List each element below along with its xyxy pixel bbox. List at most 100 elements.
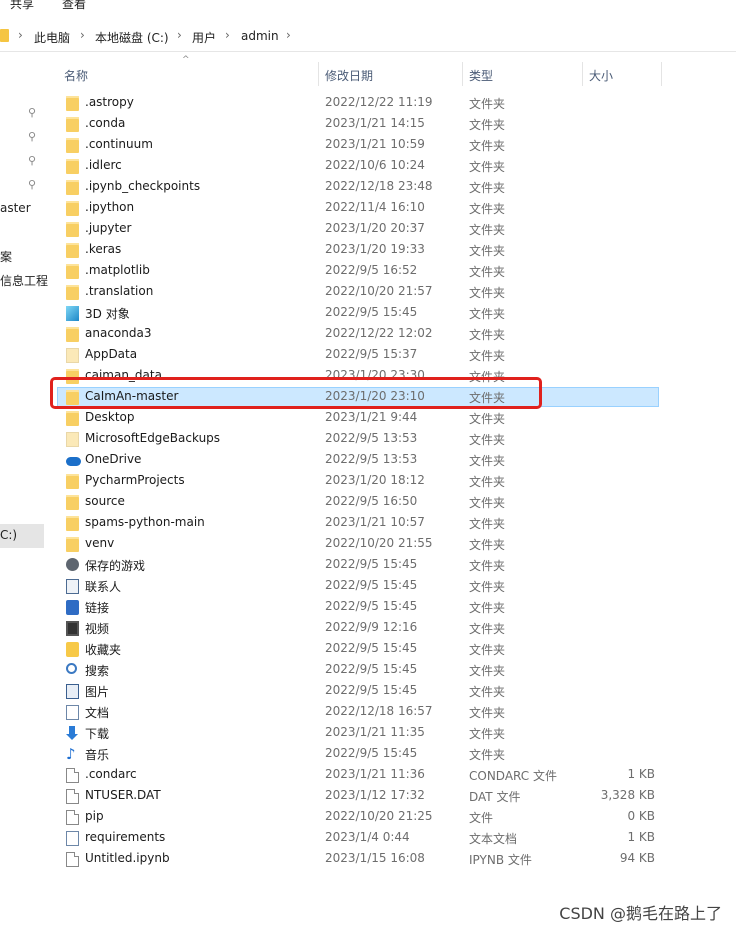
table-row[interactable]: anaconda3 2022/12/22 12:02 文件夹	[0, 324, 736, 345]
table-row[interactable]: .keras 2023/1/20 19:33 文件夹	[0, 240, 736, 261]
column-divider[interactable]	[318, 62, 319, 86]
chevron-right-icon[interactable]: ›	[18, 28, 23, 42]
table-row[interactable]: .condarc 2023/1/21 11:36 CONDARC 文件 1 KB	[0, 765, 736, 786]
chevron-right-icon[interactable]: ›	[286, 28, 291, 42]
hidden-folder-icon	[66, 432, 79, 447]
address-bar[interactable]: › 此电脑 › 本地磁盘 (C:) › 用户 › admin ›	[0, 23, 736, 52]
table-row[interactable]: MicrosoftEdgeBackups 2022/9/5 13:53 文件夹	[0, 429, 736, 450]
table-row[interactable]: .continuum 2023/1/21 10:59 文件夹	[0, 135, 736, 156]
file-type: 文件夹	[469, 601, 506, 615]
folder-icon	[66, 159, 79, 174]
modified-date: 2022/9/5 15:37	[325, 347, 418, 361]
videos-icon	[66, 621, 79, 636]
column-divider[interactable]	[462, 62, 463, 86]
modified-date: 2022/9/5 15:45	[325, 578, 418, 592]
file-type: 文件夹	[469, 559, 506, 573]
table-row[interactable]: .translation 2022/10/20 21:57 文件夹	[0, 282, 736, 303]
modified-date: 2022/10/6 10:24	[325, 158, 425, 172]
music-icon: ♪	[66, 745, 76, 763]
tab-view[interactable]: 查看	[62, 0, 86, 12]
table-row[interactable]: 下载 2023/1/21 11:35 文件夹	[0, 723, 736, 744]
table-row[interactable]: NTUSER.DAT 2023/1/12 17:32 DAT 文件 3,328 KB	[0, 786, 736, 807]
searches-icon	[66, 663, 77, 674]
column-divider[interactable]	[661, 62, 662, 86]
saved-games-icon	[66, 558, 79, 571]
table-row[interactable]: .jupyter 2023/1/20 20:37 文件夹	[0, 219, 736, 240]
breadcrumb-local-disk[interactable]: 本地磁盘 (C:)	[95, 29, 169, 46]
modified-date: 2022/12/18 23:48	[325, 179, 433, 193]
table-row[interactable]: AppData 2022/9/5 15:37 文件夹	[0, 345, 736, 366]
modified-date: 2023/1/21 9:44	[325, 410, 418, 424]
table-row[interactable]: .idlerc 2022/10/6 10:24 文件夹	[0, 156, 736, 177]
table-row[interactable]: pip 2022/10/20 21:25 文件 0 KB	[0, 807, 736, 828]
file-type: 文件夹	[469, 706, 506, 720]
table-row[interactable]: 保存的游戏 2022/9/5 15:45 文件夹	[0, 555, 736, 576]
table-row[interactable]: requirements 2023/1/4 0:44 文本文档 1 KB	[0, 828, 736, 849]
modified-date: 2022/9/5 15:45	[325, 641, 418, 655]
tab-share[interactable]: 共享	[10, 0, 34, 12]
3d-objects-icon	[66, 306, 79, 321]
folder-icon	[66, 411, 79, 426]
modified-date: 2022/9/5 13:53	[325, 431, 418, 445]
table-row[interactable]: spams-python-main 2023/1/21 10:57 文件夹	[0, 513, 736, 534]
table-row[interactable]: .conda 2023/1/21 14:15 文件夹	[0, 114, 736, 135]
folder-icon	[0, 29, 9, 42]
table-row[interactable]: OneDrive 2022/9/5 13:53 文件夹	[0, 450, 736, 471]
table-row[interactable]: ♪ 音乐 2022/9/5 15:45 文件夹	[0, 744, 736, 765]
modified-date: 2022/9/5 15:45	[325, 305, 418, 319]
file-name: .condarc	[85, 767, 137, 781]
highlight-annotation	[50, 377, 542, 409]
table-row[interactable]: 链接 2022/9/5 15:45 文件夹	[0, 597, 736, 618]
column-header-size[interactable]: 大小	[589, 67, 613, 91]
file-icon	[66, 789, 79, 804]
file-name: 下载	[85, 727, 110, 741]
file-name: .continuum	[85, 137, 153, 151]
table-row[interactable]: 3D 对象 2022/9/5 15:45 文件夹	[0, 303, 736, 324]
table-row[interactable]: .astropy 2022/12/22 11:19 文件夹	[0, 93, 736, 114]
table-row[interactable]: 文档 2022/12/18 16:57 文件夹	[0, 702, 736, 723]
file-type: DAT 文件	[469, 790, 521, 804]
table-row[interactable]: source 2022/9/5 16:50 文件夹	[0, 492, 736, 513]
modified-date: 2023/1/21 14:15	[325, 116, 425, 130]
modified-date: 2023/1/21 10:59	[325, 137, 425, 151]
file-name: MicrosoftEdgeBackups	[85, 431, 221, 445]
table-row[interactable]: .ipython 2022/11/4 16:10 文件夹	[0, 198, 736, 219]
table-row[interactable]: 收藏夹 2022/9/5 15:45 文件夹	[0, 639, 736, 660]
chevron-right-icon[interactable]: ›	[177, 28, 182, 42]
file-type: 文件夹	[469, 160, 506, 174]
folder-icon	[66, 138, 79, 153]
breadcrumb-this-pc[interactable]: 此电脑	[34, 29, 70, 46]
column-divider[interactable]	[582, 62, 583, 86]
table-row[interactable]: PycharmProjects 2023/1/20 18:12 文件夹	[0, 471, 736, 492]
file-name: 收藏夹	[85, 643, 122, 657]
breadcrumb-users[interactable]: 用户	[192, 29, 216, 46]
table-row[interactable]: venv 2022/10/20 21:55 文件夹	[0, 534, 736, 555]
file-name: 保存的游戏	[85, 559, 146, 573]
table-row[interactable]: .ipynb_checkpoints 2022/12/18 23:48 文件夹	[0, 177, 736, 198]
file-size: 1 KB	[627, 767, 655, 781]
table-row[interactable]: Untitled.ipynb 2023/1/15 16:08 IPYNB 文件 94 …	[0, 849, 736, 870]
chevron-right-icon[interactable]: ›	[80, 28, 85, 42]
modified-date: 2023/1/20 18:12	[325, 473, 425, 487]
file-name: 联系人	[85, 580, 122, 594]
file-size: 3,328 KB	[600, 788, 655, 802]
file-type: 文件夹	[469, 538, 506, 552]
table-row[interactable]: 视频 2022/9/9 12:16 文件夹	[0, 618, 736, 639]
contacts-icon	[66, 579, 79, 594]
table-row[interactable]: 联系人 2022/9/5 15:45 文件夹	[0, 576, 736, 597]
table-row[interactable]: Desktop 2023/1/21 9:44 文件夹	[0, 408, 736, 429]
modified-date: 2022/10/20 21:25	[325, 809, 433, 823]
file-name: .translation	[85, 284, 154, 298]
table-row[interactable]: .matplotlib 2022/9/5 16:52 文件夹	[0, 261, 736, 282]
chevron-right-icon[interactable]: ›	[225, 28, 230, 42]
column-header-name[interactable]: 名称	[64, 67, 88, 91]
table-row[interactable]: 图片 2022/9/5 15:45 文件夹	[0, 681, 736, 702]
modified-date: 2022/9/9 12:16	[325, 620, 418, 634]
file-name: requirements	[85, 830, 166, 844]
column-header-type[interactable]: 类型	[469, 67, 493, 91]
column-header-date[interactable]: 修改日期	[325, 67, 373, 91]
table-row[interactable]: 搜索 2022/9/5 15:45 文件夹	[0, 660, 736, 681]
file-type: 文件夹	[469, 412, 506, 426]
breadcrumb-admin[interactable]: admin	[241, 29, 279, 43]
file-name: .conda	[85, 116, 126, 130]
